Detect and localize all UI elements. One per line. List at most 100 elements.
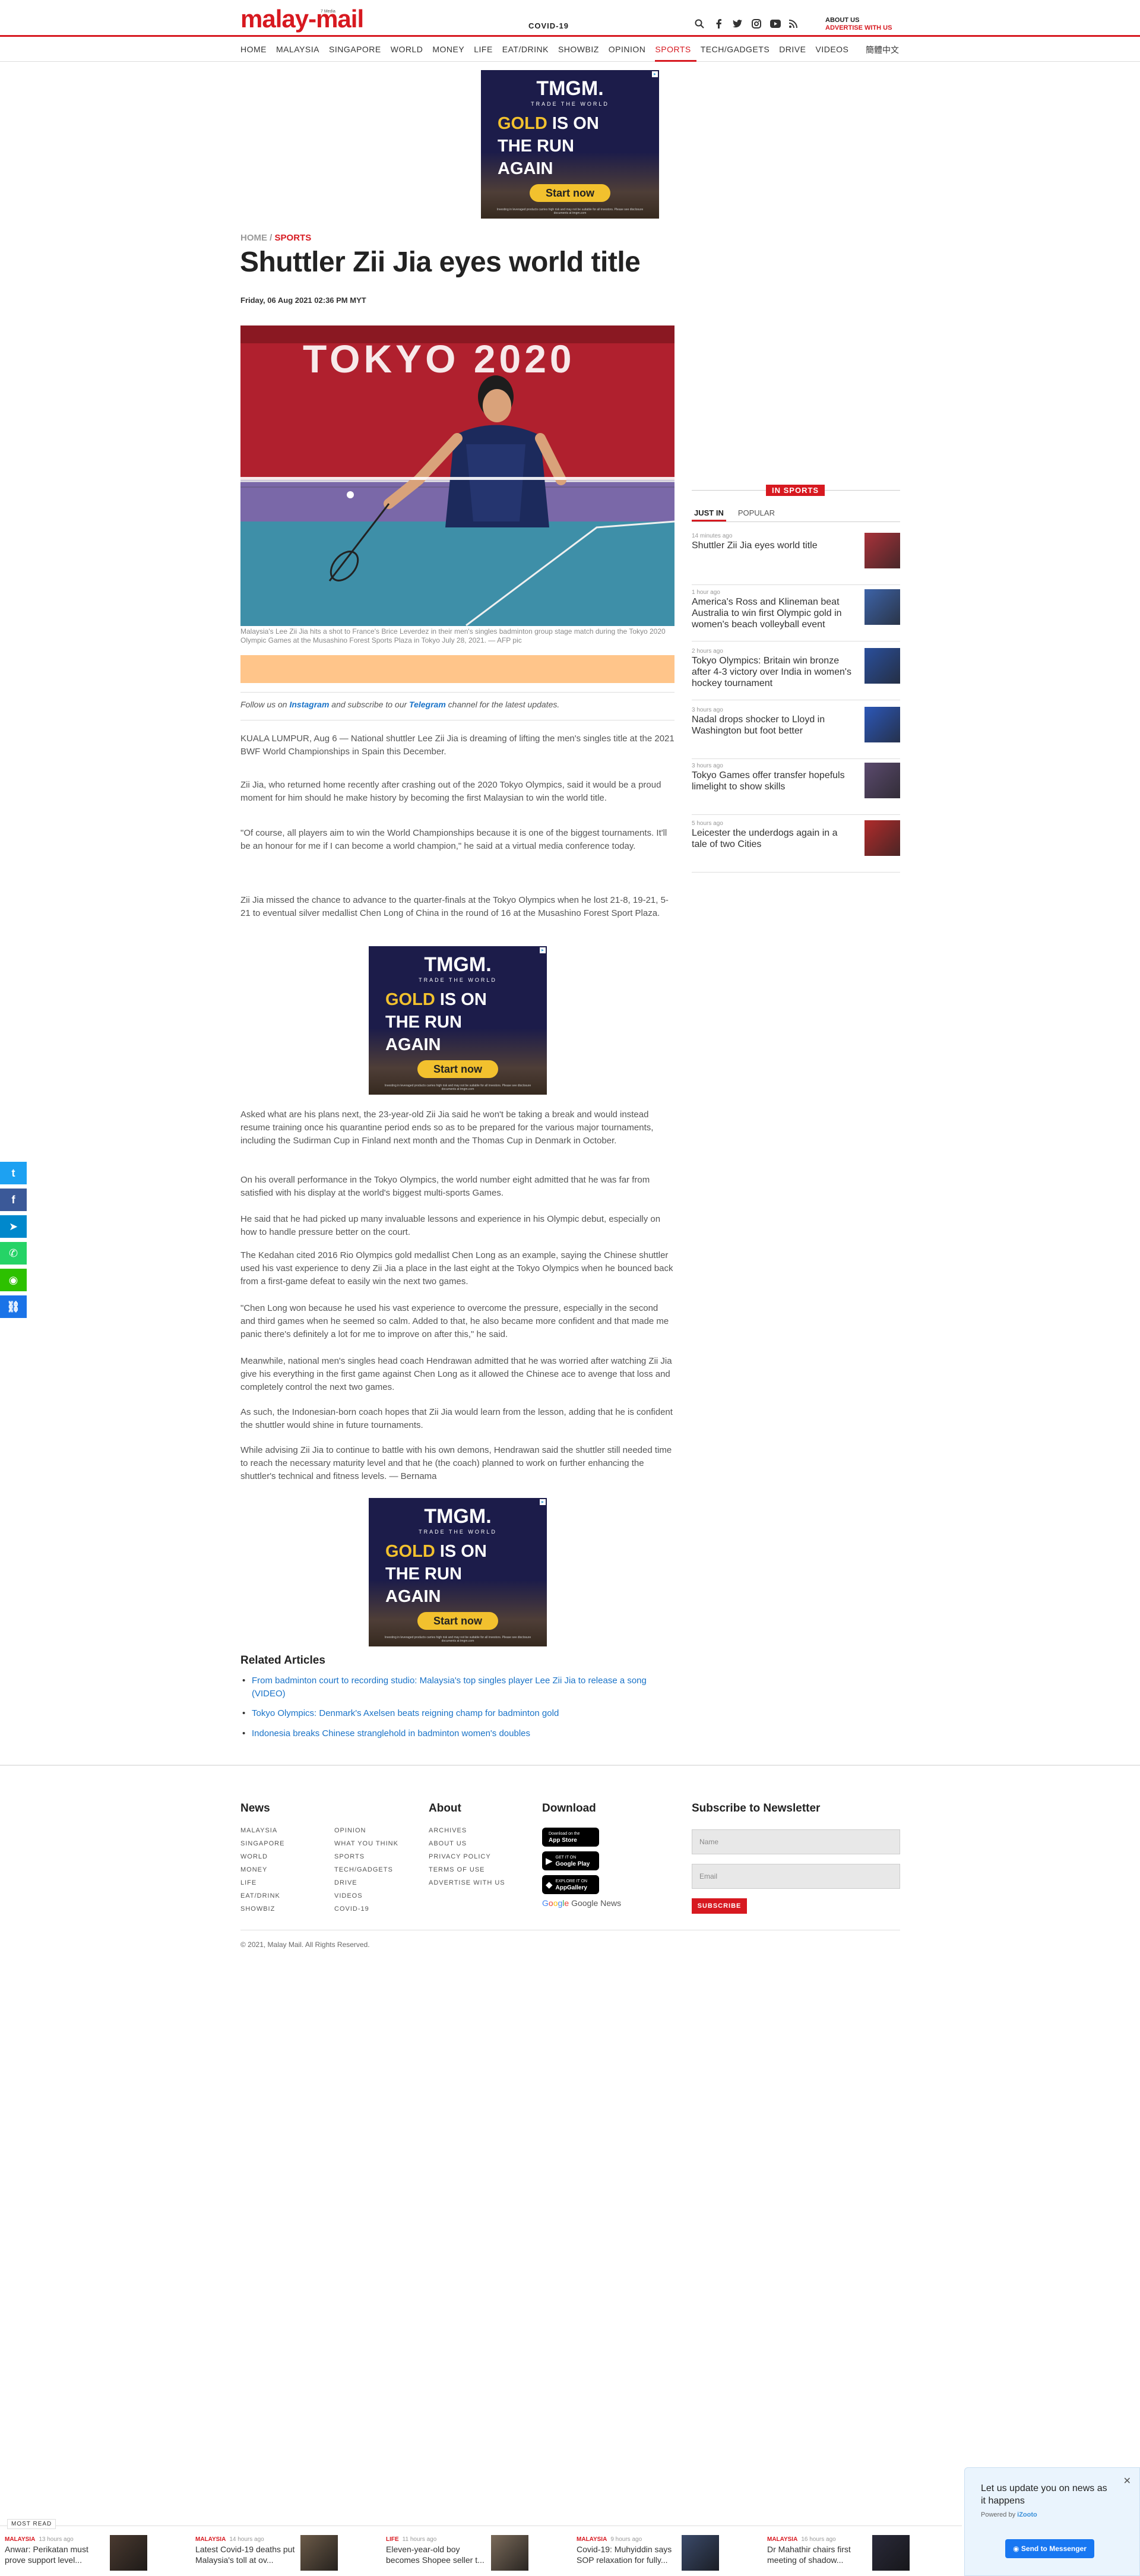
footer-link-privacy-policy[interactable]: PRIVACY POLICY: [429, 1850, 505, 1863]
most-read-item[interactable]: MALAYSIA 9 hours ago Covid-19: Muhyiddin s…: [577, 2535, 743, 2574]
facebook-icon[interactable]: [712, 18, 724, 30]
footer-link-videos[interactable]: VIDEOS: [334, 1889, 398, 1902]
footer-link-drive[interactable]: DRIVE: [334, 1876, 398, 1889]
footer-link-sports[interactable]: SPORTS: [334, 1850, 398, 1863]
store-badge-google-play[interactable]: ▶ GET IT ON Google Play: [542, 1851, 599, 1870]
news-title[interactable]: America's Ross and Klineman beat Austral…: [692, 596, 855, 630]
tab-popular[interactable]: POPULAR: [736, 507, 777, 521]
nav-item-videos[interactable]: VIDEOS: [815, 37, 854, 62]
most-read-thumbnail[interactable]: [491, 2535, 528, 2571]
link-share-button[interactable]: ⛓: [0, 1295, 27, 1318]
most-read-title[interactable]: Eleven-year-old boy becomes Shopee selle…: [386, 2544, 487, 2565]
footer-link-singapore[interactable]: SINGAPORE: [240, 1837, 284, 1850]
footer-link-money[interactable]: MONEY: [240, 1863, 284, 1876]
most-read-title[interactable]: Anwar: Perikatan must prove support leve…: [5, 2544, 106, 2565]
telegram-link[interactable]: Telegram: [409, 700, 446, 709]
footer-link-archives[interactable]: ARCHIVES: [429, 1824, 505, 1837]
most-read-title[interactable]: Dr Mahathir chairs first meeting of shad…: [767, 2544, 868, 2565]
most-read-title[interactable]: Covid-19: Muhyiddin says SOP relaxation …: [577, 2544, 677, 2565]
newsletter-name-input[interactable]: Name: [692, 1829, 900, 1854]
site-logo[interactable]: malay-mail: [240, 5, 364, 33]
ad-choices-icon[interactable]: ▸: [540, 947, 546, 953]
google-news-link[interactable]: Google Google News: [542, 1898, 621, 1908]
news-title[interactable]: Nadal drops shocker to Lloyd in Washingt…: [692, 714, 855, 737]
footer-link-tech-gadgets[interactable]: TECH/GADGETS: [334, 1863, 398, 1876]
ad-choices-icon[interactable]: ▸: [540, 1499, 546, 1505]
covid-link[interactable]: COVID-19: [528, 21, 569, 30]
most-read-thumbnail[interactable]: [682, 2535, 719, 2571]
sidebar-news-item[interactable]: 1 hour ago America's Ross and Klineman be…: [692, 589, 900, 641]
nav-item-showbiz[interactable]: SHOWBIZ: [558, 37, 604, 62]
top-ad-banner[interactable]: ▸ TMGM. TRADE THE WORLD GOLD IS ON THE RUN AG…: [481, 70, 659, 219]
promo-banner-strip[interactable]: [240, 655, 674, 683]
youtube-icon[interactable]: [770, 18, 781, 30]
footer-link-covid-19[interactable]: COVID-19: [334, 1902, 398, 1916]
store-badge-appgallery[interactable]: ◆ EXPLORE IT ON AppGallery: [542, 1875, 599, 1894]
nav-item-life[interactable]: LIFE: [474, 37, 498, 62]
news-title[interactable]: Tokyo Olympics: Britain win bronze after…: [692, 655, 855, 689]
search-icon[interactable]: [694, 18, 705, 30]
nav-item-tech-gadgets[interactable]: TECH/GADGETS: [701, 37, 775, 62]
footer-link-showbiz[interactable]: SHOWBIZ: [240, 1902, 284, 1916]
ad-cta-button[interactable]: Start now: [417, 1612, 498, 1630]
footer-link-life[interactable]: LIFE: [240, 1876, 284, 1889]
footer-link-about-us[interactable]: ABOUT US: [429, 1837, 505, 1850]
send-to-messenger-button[interactable]: ◉ Send to Messenger: [1005, 2539, 1094, 2558]
instagram-link[interactable]: Instagram: [289, 700, 329, 709]
sidebar-news-item[interactable]: 2 hours ago Tokyo Olympics: Britain win b…: [692, 648, 900, 700]
footer-link-world[interactable]: WORLD: [240, 1850, 284, 1863]
facebook-share-button[interactable]: f: [0, 1189, 27, 1211]
most-read-title[interactable]: Latest Covid-19 deaths put Malaysia's to…: [195, 2544, 296, 2565]
footer-link-malaysia[interactable]: MALAYSIA: [240, 1824, 284, 1837]
inline-ad-2[interactable]: ▸ TMGM. TRADE THE WORLD GOLD IS ON THE RUN AG…: [369, 1498, 547, 1646]
ad-cta-button[interactable]: Start now: [530, 184, 610, 202]
telegram-share-button[interactable]: ➤: [0, 1215, 27, 1238]
news-thumbnail[interactable]: [864, 820, 900, 856]
breadcrumb-section[interactable]: SPORTS: [275, 233, 312, 243]
subscribe-button[interactable]: SUBSCRIBE: [692, 1898, 747, 1914]
whatsapp-share-button[interactable]: ✆: [0, 1242, 27, 1265]
related-article-link[interactable]: Tokyo Olympics: Denmark's Axelsen beats …: [242, 1707, 674, 1720]
ad-choices-icon[interactable]: ▸: [652, 71, 658, 77]
news-thumbnail[interactable]: [864, 533, 900, 568]
izooto-brand[interactable]: iZooto: [1017, 2511, 1037, 2518]
footer-link-what-you-think[interactable]: WHAT YOU THINK: [334, 1837, 398, 1850]
news-thumbnail[interactable]: [864, 707, 900, 742]
nav-item-drive[interactable]: DRIVE: [779, 37, 811, 62]
related-article-link[interactable]: From badminton court to recording studio…: [242, 1674, 674, 1701]
footer-link-terms-of-use[interactable]: TERMS OF USE: [429, 1863, 505, 1876]
store-badge-app-store[interactable]: Download on the App Store: [542, 1828, 599, 1847]
footer-link-opinion[interactable]: OPINION: [334, 1824, 398, 1837]
most-read-thumbnail[interactable]: [872, 2535, 910, 2571]
most-read-item[interactable]: LIFE 11 hours ago Eleven-year-old boy beco…: [386, 2535, 552, 2574]
close-icon[interactable]: ✕: [1123, 2475, 1131, 2487]
sidebar-news-item[interactable]: 14 minutes ago Shuttler Zii Jia eyes worl…: [692, 533, 900, 585]
news-thumbnail[interactable]: [864, 763, 900, 798]
nav-item-world[interactable]: WORLD: [391, 37, 429, 62]
instagram-icon[interactable]: [750, 18, 762, 30]
twitter-share-button[interactable]: t: [0, 1162, 27, 1184]
news-title[interactable]: Leicester the underdogs again in a tale …: [692, 827, 855, 850]
related-article-link[interactable]: Indonesia breaks Chinese stranglehold in…: [242, 1727, 674, 1740]
most-read-item[interactable]: MALAYSIA 13 hours ago Anwar: Perikatan mus…: [5, 2535, 171, 2574]
twitter-icon[interactable]: [732, 18, 743, 30]
news-thumbnail[interactable]: [864, 589, 900, 625]
most-read-thumbnail[interactable]: [110, 2535, 147, 2571]
sidebar-news-item[interactable]: 5 hours ago Leicester the underdogs again…: [692, 820, 900, 873]
breadcrumb-home[interactable]: HOME: [240, 233, 267, 243]
news-title[interactable]: Tokyo Games offer transfer hopefuls lime…: [692, 770, 855, 792]
most-read-item[interactable]: MALAYSIA 16 hours ago Dr Mahathir chairs f…: [767, 2535, 933, 2574]
inline-ad-1[interactable]: ▸ TMGM. TRADE THE WORLD GOLD IS ON THE RUN AG…: [369, 946, 547, 1095]
sidebar-news-item[interactable]: 3 hours ago Tokyo Games offer transfer ho…: [692, 763, 900, 815]
most-read-item[interactable]: MALAYSIA 14 hours ago Latest Covid-19 deat…: [195, 2535, 362, 2574]
nav-item-singapore[interactable]: SINGAPORE: [329, 37, 387, 62]
footer-link-eat-drink[interactable]: EAT/DRINK: [240, 1889, 284, 1902]
nav-item-malaysia[interactable]: MALAYSIA: [276, 37, 325, 62]
nav-item-sports[interactable]: SPORTS: [655, 37, 696, 62]
sidebar-news-item[interactable]: 3 hours ago Nadal drops shocker to Lloyd …: [692, 707, 900, 759]
nav-item-eat-drink[interactable]: EAT/DRINK: [502, 37, 554, 62]
ad-cta-button[interactable]: Start now: [417, 1060, 498, 1078]
news-thumbnail[interactable]: [864, 648, 900, 684]
wechat-share-button[interactable]: ◉: [0, 1269, 27, 1291]
newsletter-email-input[interactable]: Email: [692, 1864, 900, 1889]
